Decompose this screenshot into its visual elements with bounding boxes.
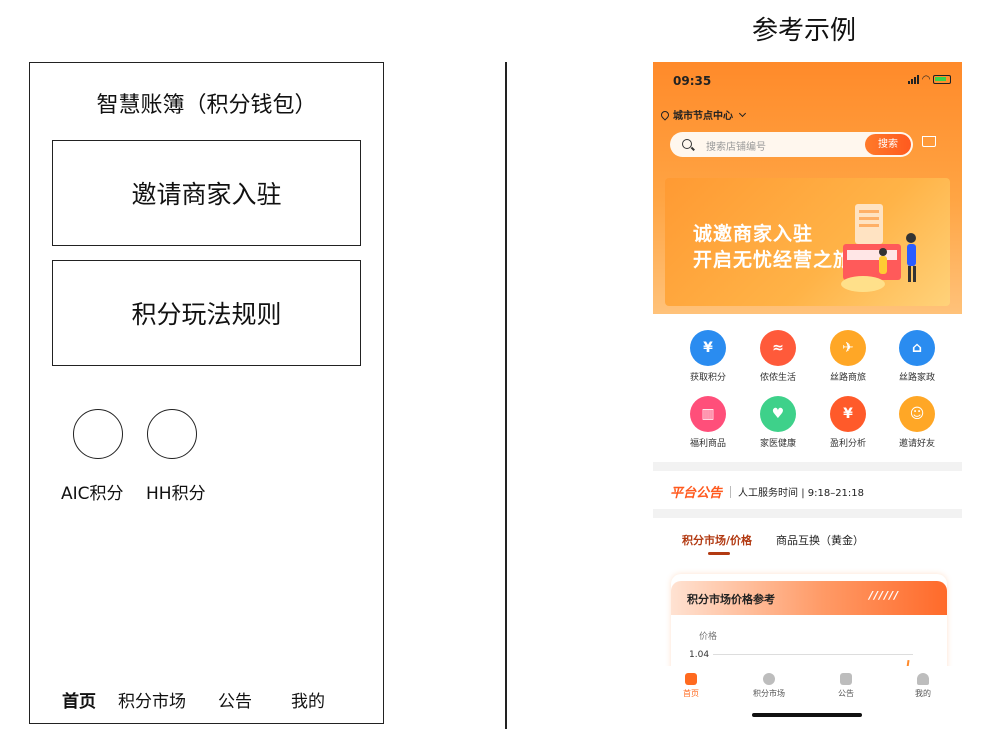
home-icon [685, 673, 697, 685]
tab-points-market-price[interactable]: 积分市场/价格 [682, 532, 752, 555]
wireframe-phone: 智慧账簿（积分钱包） 邀请商家入驻 积分玩法规则 AIC积分 HH积分 首页 积… [29, 62, 384, 724]
search-bar[interactable]: 搜索店铺编号 搜索 [670, 132, 913, 157]
hh-points-label: HH积分 [146, 484, 206, 504]
status-time: 09:35 [673, 74, 712, 88]
market-tabs: 积分市场/价格 商品互换（黄金） [682, 532, 864, 555]
card-decoration: ////// [868, 589, 899, 602]
chart-gridline [713, 654, 913, 655]
banner-line-2: 开启无忧经营之旅 [693, 249, 854, 271]
location-label: 城市节点中心 [673, 111, 733, 122]
grid-item-housekeeping[interactable]: ⌂ 丝路家政 [882, 330, 952, 383]
grid-item-travel[interactable]: ✈ 丝路商旅 [813, 330, 883, 383]
signal-icon [908, 75, 920, 84]
grid-item-life[interactable]: ≈ 侬侬生活 [743, 330, 813, 383]
tabbar-label: 公告 [838, 689, 854, 698]
house-heart-icon: ⌂ [899, 330, 935, 366]
cart-icon[interactable] [922, 136, 936, 147]
heart-plus-icon: ♥ [760, 396, 796, 432]
chevron-down-icon [738, 109, 747, 117]
nav-announcement[interactable]: 公告 [218, 687, 291, 712]
location-pin-icon [659, 108, 671, 121]
home-indicator [752, 713, 862, 717]
money-bag-icon: ¥ [830, 396, 866, 432]
battery-icon [933, 75, 951, 84]
basket-icon: ▥ [690, 396, 726, 432]
shrimp-icon: ≈ [760, 330, 796, 366]
grid-label: 家医健康 [759, 439, 796, 449]
grid-item-health[interactable]: ♥ 家医健康 [743, 396, 813, 449]
grid-label: 邀请好友 [898, 439, 935, 449]
reference-heading: 参考示例 [752, 16, 857, 46]
search-input[interactable]: 搜索店铺编号 [706, 138, 766, 153]
tabbar-points-market[interactable]: 积分市场 [739, 673, 799, 699]
wireframe-title: 智慧账簿（积分钱包） [96, 93, 317, 118]
wireframe-bottom-nav: 首页 积分市场 公告 我的 [62, 687, 325, 712]
aic-points-label: AIC积分 [61, 484, 124, 504]
tabbar-home[interactable]: 首页 [661, 673, 721, 699]
search-icon [682, 139, 692, 149]
notice-text: 人工服务时间 | 9:18–21:18 [738, 488, 865, 499]
tabbar-label: 首页 [683, 689, 699, 698]
location-selector[interactable]: 城市节点中心 [659, 107, 747, 122]
grid-label: 福利商品 [689, 439, 726, 449]
card-title: 积分市场价格参考 [687, 593, 775, 606]
promo-banner[interactable]: 诚邀商家入驻 开启无忧经营之旅 [665, 178, 950, 306]
plane-icon: ✈ [830, 330, 866, 366]
notice-logo: 平台公告 [670, 486, 723, 501]
wifi-icon: ◠ [922, 74, 930, 85]
hh-points-circle[interactable] [147, 409, 197, 459]
grid-item-get-points[interactable]: ¥ 获取积分 [673, 330, 743, 383]
grid-label: 侬侬生活 [759, 373, 796, 383]
briefcase-icon [840, 673, 852, 685]
invite-merchant-button[interactable]: 邀请商家入驻 [52, 140, 361, 246]
grid-label: 丝路家政 [898, 373, 935, 383]
points-rules-button[interactable]: 积分玩法规则 [52, 260, 361, 366]
price-axis-label: 价格 [699, 632, 718, 642]
banner-line-1: 诚邀商家入驻 [693, 223, 814, 245]
grid-item-invite[interactable]: ☺ 邀请好友 [882, 396, 952, 449]
tabbar-label: 我的 [915, 689, 931, 698]
tabbar-announcement[interactable]: 公告 [816, 673, 876, 699]
reference-phone: 09:35 ◠ 城市节点中心 搜索店铺编号 搜索 诚邀商家入驻 开启无忧经营之旅 [653, 62, 962, 724]
user-add-icon: ☺ [899, 396, 935, 432]
storefront-illustration-icon [841, 204, 916, 292]
yuan-hand-icon: ¥ [690, 330, 726, 366]
nav-mine[interactable]: 我的 [291, 687, 325, 712]
section-gap [653, 462, 962, 471]
nav-home[interactable]: 首页 [62, 687, 118, 712]
grid-item-profit[interactable]: ¥ 盈利分析 [813, 396, 883, 449]
platform-notice[interactable]: 平台公告 人工服务时间 | 9:18–21:18 [670, 482, 864, 501]
grid-label: 盈利分析 [829, 439, 866, 449]
divider-line [505, 62, 507, 729]
section-gap [653, 509, 962, 518]
market-icon [763, 673, 775, 685]
user-icon [917, 673, 929, 685]
tabbar-mine[interactable]: 我的 [893, 673, 953, 699]
aic-points-circle[interactable] [73, 409, 123, 459]
tab-goods-exchange[interactable]: 商品互换（黄金） [776, 532, 864, 548]
notice-divider [730, 485, 732, 498]
grid-item-welfare[interactable]: ▥ 福利商品 [673, 396, 743, 449]
y-tick-label: 1.04 [689, 650, 710, 660]
grid-label: 获取积分 [689, 373, 726, 383]
grid-label: 丝路商旅 [829, 373, 866, 383]
tabbar-label: 积分市场 [753, 689, 785, 698]
nav-points-market[interactable]: 积分市场 [118, 687, 218, 712]
search-button[interactable]: 搜索 [865, 134, 911, 155]
